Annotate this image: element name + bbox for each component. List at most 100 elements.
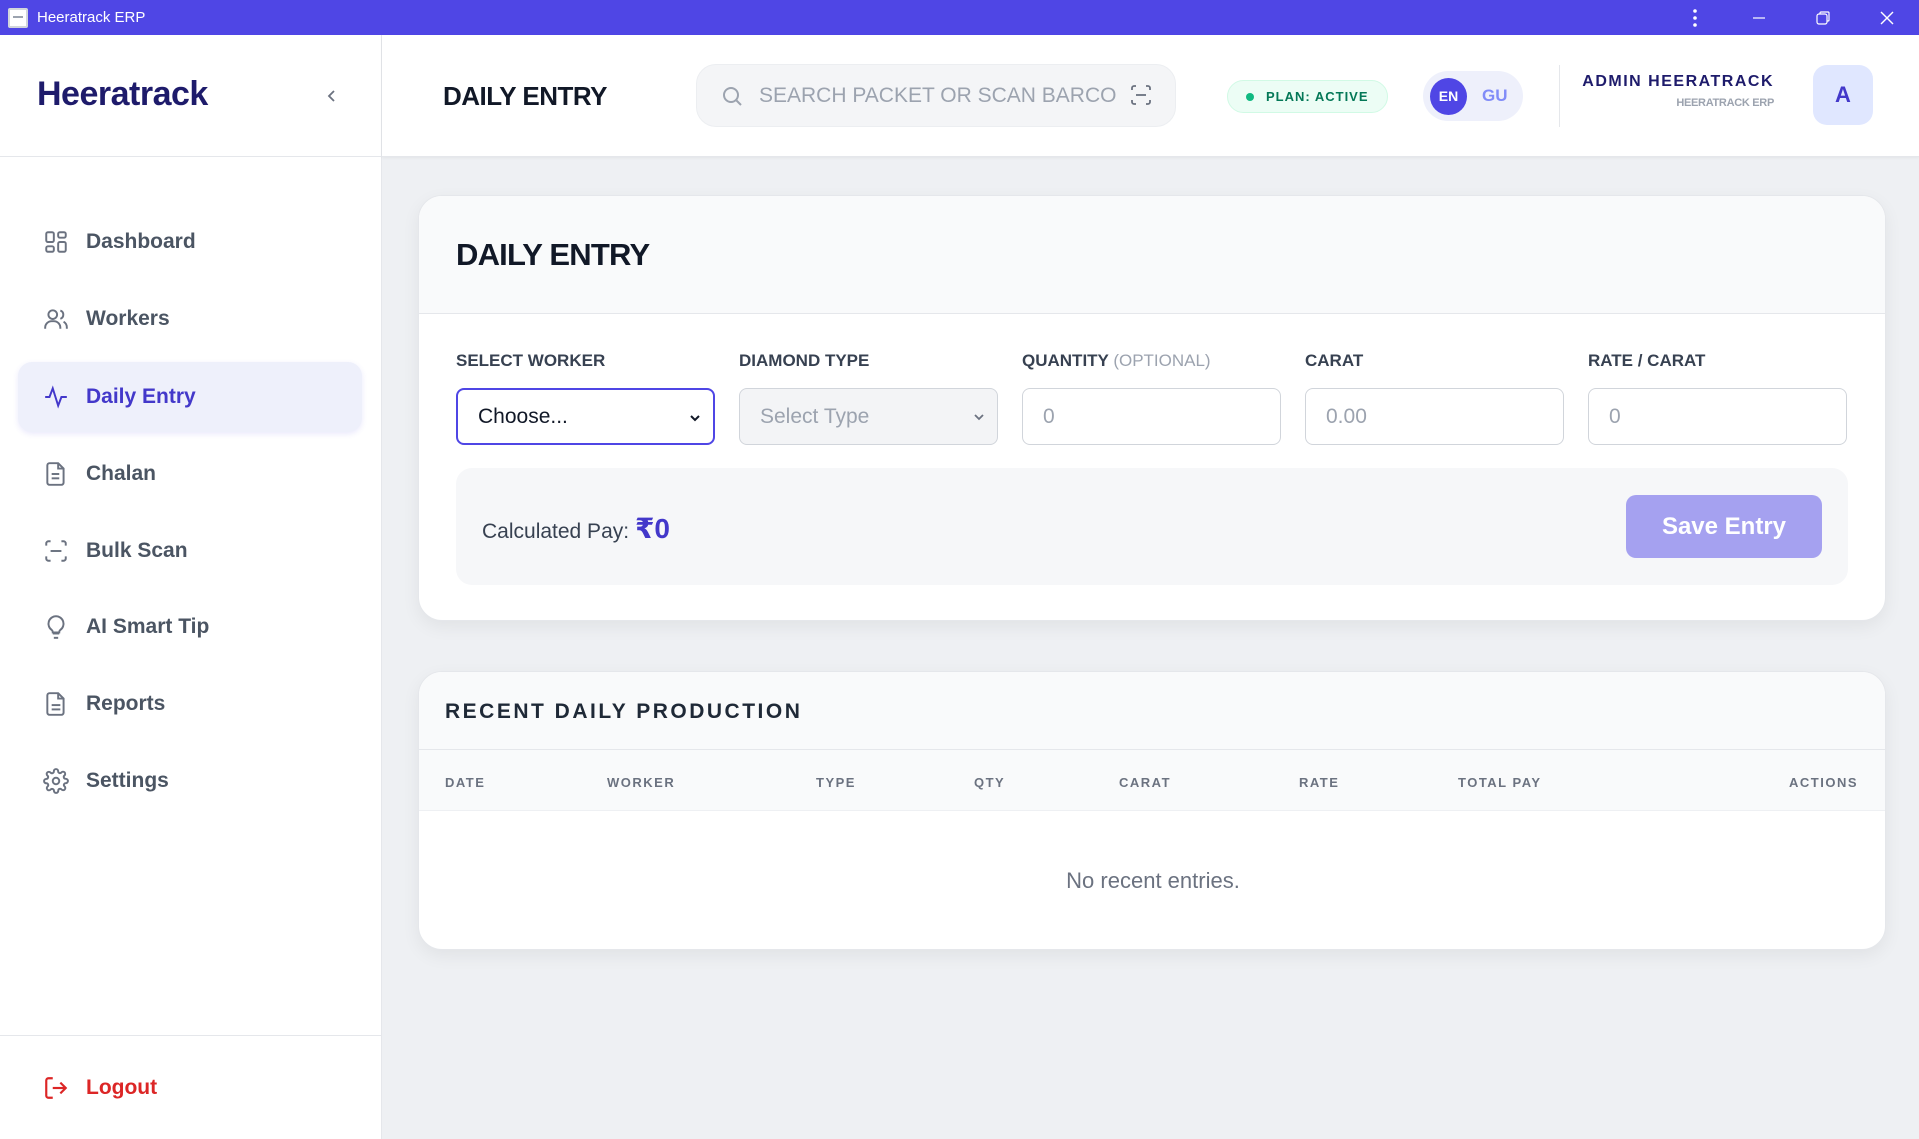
worker-field: SELECT WORKER Choose...: [456, 351, 715, 445]
carat-label: CARAT: [1305, 351, 1364, 370]
sidebar-item-dashboard[interactable]: Dashboard: [18, 207, 362, 277]
sidebar-footer: Logout: [0, 1035, 381, 1139]
column-header-date: DATE: [445, 775, 486, 790]
sidebar-item-daily-entry[interactable]: Daily Entry: [18, 362, 362, 432]
quantity-placeholder: 0: [1043, 404, 1055, 428]
avatar[interactable]: A: [1813, 65, 1873, 125]
collapse-sidebar-icon[interactable]: [320, 84, 344, 108]
sidebar-item-label: Settings: [86, 769, 169, 792]
plan-status-text: PLAN: ACTIVE: [1266, 89, 1369, 104]
sidebar-item-reports[interactable]: Reports: [18, 669, 362, 739]
quantity-label-text: QUANTITY: [1022, 351, 1109, 370]
quantity-optional-hint: (OPTIONAL): [1113, 351, 1211, 370]
carat-input[interactable]: 0.00: [1305, 388, 1564, 445]
brand-area: Heeratrack: [0, 35, 381, 157]
diamond-type-field: DIAMOND TYPE Select Type: [739, 351, 998, 445]
scan-icon: [42, 537, 70, 565]
worker-select-value: Choose...: [478, 404, 568, 428]
sidebar-item-label: Daily Entry: [86, 385, 196, 408]
column-header-type: TYPE: [816, 775, 856, 790]
sidebar-item-label: Chalan: [86, 462, 157, 485]
status-dot-icon: [1246, 92, 1254, 101]
column-header-carat: CARAT: [1119, 775, 1172, 790]
barcode-scan-icon[interactable]: [1129, 83, 1153, 107]
window-titlebar: Heeratrack ERP: [0, 0, 1919, 35]
chevron-down-icon: [690, 415, 700, 422]
sidebar-item-label: Reports: [86, 692, 166, 715]
user-name: ADMIN HEERATRACK: [1582, 73, 1774, 90]
sidebar-item-label: Dashboard: [86, 230, 196, 253]
recent-production-card: RECENT DAILY PRODUCTION DATE WORKER TYPE…: [418, 671, 1886, 950]
header-divider: [1559, 65, 1560, 127]
window-controls: [1663, 0, 1919, 35]
lang-gu-button[interactable]: GU: [1482, 86, 1508, 106]
user-org: HEERATRACK ERP: [1676, 97, 1774, 109]
search-bar: [696, 64, 1176, 127]
language-toggle: EN GU: [1423, 71, 1523, 121]
table-header: DATE WORKER TYPE QTY CARAT RATE TOTAL PA…: [419, 750, 1885, 811]
app-logo[interactable]: Heeratrack: [37, 75, 208, 114]
page-title: DAILY ENTRY: [443, 81, 608, 111]
carat-field: CARAT 0.00: [1305, 351, 1564, 445]
activity-icon: [42, 383, 70, 411]
daily-entry-card: DAILY ENTRY SELECT WORKER Choose... DIAM…: [418, 195, 1886, 621]
grid-icon: [42, 228, 70, 256]
card-title: DAILY ENTRY: [456, 237, 650, 272]
sidebar-item-label: Workers: [86, 307, 170, 330]
sidebar-item-bulk-scan[interactable]: Bulk Scan: [18, 516, 362, 586]
empty-state-text: No recent entries.: [1066, 868, 1240, 893]
diamond-type-select[interactable]: Select Type: [739, 388, 998, 445]
diamond-type-label: DIAMOND TYPE: [739, 351, 870, 370]
quantity-field: QUANTITY (OPTIONAL) 0: [1022, 351, 1281, 445]
app-icon: [8, 7, 28, 28]
logout-button[interactable]: Logout: [18, 1053, 362, 1123]
lang-en-button[interactable]: EN: [1430, 77, 1467, 115]
sidebar: Heeratrack Dashboard Workers Daily Entry: [0, 35, 382, 1139]
column-header-worker: WORKER: [607, 775, 676, 790]
report-icon: [42, 690, 70, 718]
worker-label: SELECT WORKER: [456, 351, 606, 370]
lightbulb-icon: [42, 613, 70, 641]
sidebar-item-ai-smart-tip[interactable]: AI Smart Tip: [18, 592, 362, 662]
calculated-pay-value: ₹0: [634, 513, 670, 544]
carat-placeholder: 0.00: [1326, 404, 1367, 428]
column-header-actions: ACTIONS: [1789, 775, 1858, 790]
sidebar-item-label: Bulk Scan: [86, 539, 188, 562]
diamond-type-value: Select Type: [760, 404, 870, 428]
rate-field: RATE / CARAT 0: [1588, 351, 1847, 445]
plan-status-badge: PLAN: ACTIVE: [1227, 80, 1388, 113]
worker-select[interactable]: Choose...: [456, 388, 715, 445]
user-info: ADMIN HEERATRACK HEERATRACK ERP: [1562, 73, 1774, 109]
more-options-icon[interactable]: [1663, 0, 1727, 35]
quantity-input[interactable]: 0: [1022, 388, 1281, 445]
sidebar-item-label: AI Smart Tip: [86, 615, 210, 638]
gear-icon: [42, 767, 70, 795]
rate-label: RATE / CARAT: [1588, 351, 1706, 370]
rate-input[interactable]: 0: [1588, 388, 1847, 445]
top-header: DAILY ENTRY PLAN: ACTIVE EN GU ADMIN HEE…: [382, 35, 1919, 157]
sidebar-item-workers[interactable]: Workers: [18, 284, 362, 354]
search-input[interactable]: [759, 83, 1119, 108]
calculated-pay-bar: Calculated Pay: ₹0 Save Entry: [456, 468, 1848, 585]
column-header-rate: RATE: [1299, 775, 1340, 790]
restore-icon[interactable]: [1791, 0, 1855, 35]
card-header: DAILY ENTRY: [419, 196, 1885, 314]
logout-label: Logout: [86, 1076, 158, 1099]
logout-icon: [42, 1074, 70, 1102]
sidebar-item-chalan[interactable]: Chalan: [18, 439, 362, 509]
calculated-pay: Calculated Pay: ₹0: [482, 512, 670, 545]
rate-placeholder: 0: [1609, 404, 1621, 428]
minimize-icon[interactable]: [1727, 0, 1791, 35]
save-entry-button[interactable]: Save Entry: [1626, 495, 1822, 558]
window-title: Heeratrack ERP: [37, 9, 146, 26]
search-icon: [719, 83, 745, 109]
sidebar-item-settings[interactable]: Settings: [18, 746, 362, 816]
close-icon[interactable]: [1855, 0, 1919, 35]
column-header-total-pay: TOTAL PAY: [1458, 775, 1542, 790]
quantity-label: QUANTITY (OPTIONAL): [1022, 351, 1281, 373]
recent-header: RECENT DAILY PRODUCTION: [419, 672, 1885, 750]
calculated-pay-label: Calculated Pay:: [482, 520, 630, 543]
chevron-down-icon: [974, 414, 984, 421]
column-header-qty: QTY: [974, 775, 1006, 790]
document-icon: [42, 460, 70, 488]
